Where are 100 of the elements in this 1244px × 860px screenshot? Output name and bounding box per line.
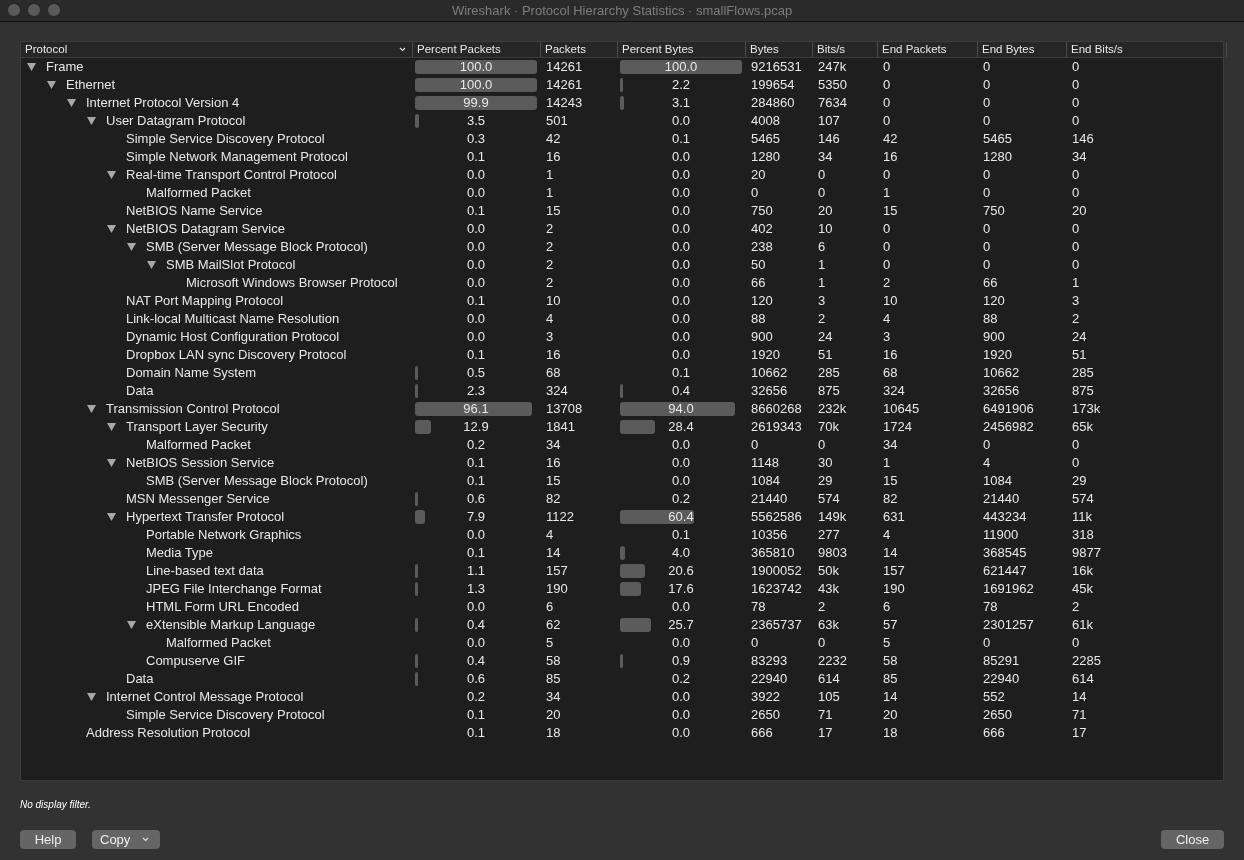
table-row[interactable]: SMB MailSlot Protocol 0.0 2 0.0 50 1 0 0 0 xyxy=(21,256,1223,274)
percent-text: 0.0 xyxy=(671,328,691,347)
expanded-triangle-icon[interactable] xyxy=(107,423,116,431)
table-cell: 16 xyxy=(883,347,898,363)
table-row[interactable]: Portable Network Graphics 0.0 4 0.1 10356 277 4 11900 318 xyxy=(21,526,1223,544)
expanded-triangle-icon[interactable] xyxy=(67,99,76,107)
table-row[interactable]: Simple Service Discovery Protocol 0.1 20 0.0 2650 71 20 2650 71 xyxy=(21,706,1223,724)
window-title: Wireshark · Protocol Hierarchy Statistics · smallFlows.pcap xyxy=(451,1,793,20)
percent-text: 0.2 xyxy=(671,670,691,689)
table-row[interactable]: Transport Layer Security 12.9 1841 28.4 2619343 70k 1724 2456982 65k xyxy=(21,418,1223,436)
percent-text: 0.2 xyxy=(466,688,486,707)
percent-text: 0.0 xyxy=(466,598,486,617)
table-row[interactable]: Link-local Multicast Name Resolution 0.0 4 0.0 88 2 4 88 2 xyxy=(21,310,1223,328)
close-button[interactable]: Close xyxy=(1161,830,1224,849)
table-row[interactable]: NAT Port Mapping Protocol 0.1 10 0.0 120 3 10 120 3 xyxy=(21,292,1223,310)
table-row[interactable]: User Datagram Protocol 3.5 501 0.0 4008 107 0 0 0 xyxy=(21,112,1223,130)
expanded-triangle-icon[interactable] xyxy=(147,261,156,269)
table-cell: 368545 xyxy=(983,545,1027,561)
percent-text: 0.0 xyxy=(466,256,486,275)
table-row[interactable]: MSN Messenger Service 0.6 82 0.2 21440 574 82 21440 574 xyxy=(21,490,1223,508)
table-cell: 574 xyxy=(818,491,840,507)
table-row[interactable]: Hypertext Transfer Protocol 7.9 1122 60.4 5562586 149k 631 443234 11k xyxy=(21,508,1223,526)
percent-text: 0.0 xyxy=(466,238,486,257)
table-row[interactable]: Dynamic Host Configuration Protocol 0.0 3 0.0 900 24 3 900 24 xyxy=(21,328,1223,346)
table-cell: 57 xyxy=(883,617,898,633)
table-row[interactable]: Frame 100.0 14261 100.0 9216531 247k 0 0 0 xyxy=(21,58,1223,76)
table-cell: 5350 xyxy=(818,77,847,93)
table-row[interactable]: Simple Network Management Protocol 0.1 16 0.0 1280 34 16 1280 34 xyxy=(21,148,1223,166)
expanded-triangle-icon[interactable] xyxy=(107,171,116,179)
column-header[interactable]: Percent Packets xyxy=(413,42,541,57)
table-row[interactable]: Compuserve GIF 0.4 58 0.9 83293 2232 58 85291 2285 xyxy=(21,652,1223,670)
table-row[interactable]: Line-based text data 1.1 157 20.6 1900052 50k 157 621447 16k xyxy=(21,562,1223,580)
table-row[interactable]: Domain Name System 0.5 68 0.1 10662 285 68 10662 285 xyxy=(21,364,1223,382)
column-header[interactable]: Protocol xyxy=(21,42,413,57)
expanded-triangle-icon[interactable] xyxy=(107,459,116,467)
table-row[interactable]: Real-time Transport Control Protocol 0.0 1 0.0 20 0 0 0 0 xyxy=(21,166,1223,184)
percent-text: 0.1 xyxy=(466,472,486,491)
column-header[interactable]: End Bytes xyxy=(978,42,1067,57)
table-cell: 402 xyxy=(751,221,773,237)
table-row[interactable]: Internet Control Message Protocol 0.2 34 0.0 3922 105 14 552 14 xyxy=(21,688,1223,706)
column-header[interactable]: Bytes xyxy=(746,42,813,57)
table-row[interactable]: NetBIOS Name Service 0.1 15 0.0 750 20 15 750 20 xyxy=(21,202,1223,220)
expanded-triangle-icon[interactable] xyxy=(87,117,96,125)
table-row[interactable]: SMB (Server Message Block Protocol) 0.1 15 0.0 1084 29 15 1084 29 xyxy=(21,472,1223,490)
table-cell: 0 xyxy=(983,113,991,129)
table-row[interactable]: Dropbox LAN sync Discovery Protocol 0.1 16 0.0 1920 51 16 1920 51 xyxy=(21,346,1223,364)
table-row[interactable]: NetBIOS Session Service 0.1 16 0.0 1148 30 1 4 0 xyxy=(21,454,1223,472)
table-cell: 3922 xyxy=(751,689,780,705)
protocol-name: SMB MailSlot Protocol xyxy=(166,256,296,275)
table-row[interactable]: Data 2.3 324 0.4 32656 875 324 32656 875 xyxy=(21,382,1223,400)
table-cell: 3 xyxy=(546,329,554,345)
table-cell: 6 xyxy=(818,239,826,255)
expanded-triangle-icon[interactable] xyxy=(127,621,136,629)
table-row[interactable]: JPEG File Interchange Format 1.3 190 17.6 1623742 43k 190 1691962 45k xyxy=(21,580,1223,598)
table-cell: 85 xyxy=(546,671,561,687)
table-row[interactable]: SMB (Server Message Block Protocol) 0.0 2 0.0 238 6 0 0 0 xyxy=(21,238,1223,256)
table-row[interactable]: Simple Service Discovery Protocol 0.3 42 0.1 5465 146 42 5465 146 xyxy=(21,130,1223,148)
table-row[interactable]: Media Type 0.1 14 4.0 365810 9803 14 368545 9877 xyxy=(21,544,1223,562)
column-header[interactable]: End Bits/s xyxy=(1067,42,1227,57)
table-cell: 4008 xyxy=(751,113,780,129)
table-row[interactable]: Internet Protocol Version 4 99.9 14243 3.1 284860 7634 0 0 0 xyxy=(21,94,1223,112)
table-cell: 1084 xyxy=(983,473,1012,489)
expanded-triangle-icon[interactable] xyxy=(27,63,36,71)
table-cell: 66 xyxy=(751,275,766,291)
expanded-triangle-icon[interactable] xyxy=(107,513,116,521)
table-row[interactable]: Microsoft Windows Browser Protocol 0.0 2 0.0 66 1 2 66 1 xyxy=(21,274,1223,292)
column-header[interactable]: Bits/s xyxy=(813,42,878,57)
table-cell: 83293 xyxy=(751,653,788,669)
help-button[interactable]: Help xyxy=(20,830,76,849)
expanded-triangle-icon[interactable] xyxy=(87,693,96,701)
table-row[interactable]: Malformed Packet 0.0 1 0.0 0 0 1 0 0 xyxy=(21,184,1223,202)
percent-text: 0.1 xyxy=(466,544,486,563)
table-row[interactable]: Ethernet 100.0 14261 2.2 199654 5350 0 0 0 xyxy=(21,76,1223,94)
percent-text: 0.0 xyxy=(671,598,691,617)
percent-text: 0.1 xyxy=(466,202,486,221)
column-header[interactable]: Packets xyxy=(541,42,618,57)
percent-text: 20.6 xyxy=(668,562,694,581)
column-header[interactable]: End Packets xyxy=(878,42,978,57)
table-row[interactable]: Malformed Packet 0.2 34 0.0 0 0 34 0 0 xyxy=(21,436,1223,454)
expanded-triangle-icon[interactable] xyxy=(127,243,136,251)
table-row[interactable]: Transmission Control Protocol 96.1 13708 94.0 8660268 232k 10645 6491906 173k xyxy=(21,400,1223,418)
table-row[interactable]: Data 0.6 85 0.2 22940 614 85 22940 614 xyxy=(21,670,1223,688)
table-row[interactable]: NetBIOS Datagram Service 0.0 2 0.0 402 10 0 0 0 xyxy=(21,220,1223,238)
table-cell: 61k xyxy=(1072,617,1093,633)
table-row[interactable]: HTML Form URL Encoded 0.0 6 0.0 78 2 6 78 2 xyxy=(21,598,1223,616)
expanded-triangle-icon[interactable] xyxy=(107,225,116,233)
percent-bar xyxy=(620,96,624,110)
copy-dropdown[interactable]: Copy xyxy=(92,830,160,849)
column-header[interactable]: Percent Bytes xyxy=(618,42,746,57)
table-cell: 21440 xyxy=(983,491,1020,507)
expanded-triangle-icon[interactable] xyxy=(47,81,56,89)
expanded-triangle-icon[interactable] xyxy=(87,405,96,413)
table-row[interactable]: Address Resolution Protocol 0.1 18 0.0 666 17 18 666 17 xyxy=(21,724,1223,742)
protocol-name: Portable Network Graphics xyxy=(146,526,302,545)
table-row[interactable]: eXtensible Markup Language 0.4 62 25.7 2365737 63k 57 2301257 61k xyxy=(21,616,1223,634)
table-cell: 0 xyxy=(818,185,826,201)
table-cell: 3 xyxy=(1072,293,1080,309)
percent-text: 0.1 xyxy=(466,346,486,365)
protocol-name: Media Type xyxy=(146,544,213,563)
table-row[interactable]: Malformed Packet 0.0 5 0.0 0 0 5 0 0 xyxy=(21,634,1223,652)
